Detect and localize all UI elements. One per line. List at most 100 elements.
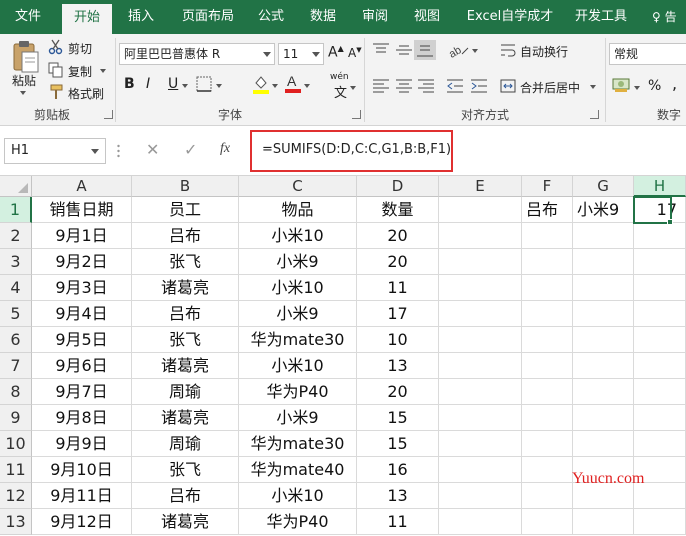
cell-e13[interactable] (439, 509, 522, 535)
cell-b9[interactable]: 诸葛亮 (132, 405, 239, 431)
cell-f5[interactable] (522, 301, 573, 327)
font-size-select[interactable]: 11 (278, 43, 324, 65)
cell-c1[interactable]: 物品 (239, 197, 357, 223)
cell-a9[interactable]: 9月8日 (32, 405, 132, 431)
cell-d9[interactable]: 15 (357, 405, 439, 431)
cell-c13[interactable]: 华为P40 (239, 509, 357, 535)
cell-c4[interactable]: 小米10 (239, 275, 357, 301)
row-header-9[interactable]: 9 (0, 405, 32, 431)
cell-e6[interactable] (439, 327, 522, 353)
cell-b3[interactable]: 张飞 (132, 249, 239, 275)
row-header-5[interactable]: 5 (0, 301, 32, 327)
cell-a5[interactable]: 9月4日 (32, 301, 132, 327)
cell-e5[interactable] (439, 301, 522, 327)
cell-a3[interactable]: 9月2日 (32, 249, 132, 275)
tab-insert[interactable]: 插入 (118, 0, 164, 34)
decrease-indent-icon[interactable] (446, 78, 464, 97)
phonetic-guide-button[interactable]: wén (330, 72, 349, 82)
tab-excel-self-study[interactable]: Excel自学成才 (462, 0, 558, 34)
cell-e4[interactable] (439, 275, 522, 301)
cell-d3[interactable]: 20 (357, 249, 439, 275)
tab-data[interactable]: 数据 (302, 0, 344, 34)
column-header-h[interactable]: H (634, 176, 686, 197)
cell-e11[interactable] (439, 457, 522, 483)
cancel-entry-button[interactable]: ✕ (146, 140, 159, 159)
cell-a13[interactable]: 9月12日 (32, 509, 132, 535)
column-header-a[interactable]: A (32, 176, 132, 197)
cell-d2[interactable]: 20 (357, 223, 439, 249)
cell-d11[interactable]: 16 (357, 457, 439, 483)
insert-function-button[interactable]: fx (220, 141, 230, 157)
cell-e7[interactable] (439, 353, 522, 379)
cell-h2[interactable] (634, 223, 686, 249)
cell-a4[interactable]: 9月3日 (32, 275, 132, 301)
column-header-f[interactable]: F (522, 176, 573, 197)
cell-e10[interactable] (439, 431, 522, 457)
cell-d12[interactable]: 13 (357, 483, 439, 509)
cell-b11[interactable]: 张飞 (132, 457, 239, 483)
row-header-2[interactable]: 2 (0, 223, 32, 249)
cell-f4[interactable] (522, 275, 573, 301)
merge-center-button[interactable]: 合并后居中 (520, 79, 580, 96)
cell-h4[interactable] (634, 275, 686, 301)
cell-a1[interactable]: 销售日期 (32, 197, 132, 223)
cell-h8[interactable] (634, 379, 686, 405)
cell-g5[interactable] (573, 301, 634, 327)
column-header-e[interactable]: E (439, 176, 522, 197)
grow-font-button[interactable]: A▲ (328, 44, 344, 61)
cell-b6[interactable]: 张飞 (132, 327, 239, 353)
cell-b8[interactable]: 周瑜 (132, 379, 239, 405)
cell-h10[interactable] (634, 431, 686, 457)
tab-page-layout[interactable]: 页面布局 (172, 0, 244, 34)
cell-h13[interactable] (634, 509, 686, 535)
paste-dropdown-icon[interactable] (20, 91, 26, 95)
cell-h5[interactable] (634, 301, 686, 327)
cell-g7[interactable] (573, 353, 634, 379)
comma-style-button[interactable]: , (672, 74, 677, 93)
cell-f3[interactable] (522, 249, 573, 275)
cell-d13[interactable]: 11 (357, 509, 439, 535)
cell-a11[interactable]: 9月10日 (32, 457, 132, 483)
row-header-7[interactable]: 7 (0, 353, 32, 379)
cell-d4[interactable]: 11 (357, 275, 439, 301)
cell-h6[interactable] (634, 327, 686, 353)
cell-e3[interactable] (439, 249, 522, 275)
cell-b1[interactable]: 员工 (132, 197, 239, 223)
cell-g9[interactable] (573, 405, 634, 431)
cell-d6[interactable]: 10 (357, 327, 439, 353)
cell-g1[interactable]: 小米9 (573, 197, 634, 223)
cell-h3[interactable] (634, 249, 686, 275)
row-header-8[interactable]: 8 (0, 379, 32, 405)
format-painter-button[interactable]: 格式刷 (68, 85, 104, 102)
paste-button[interactable]: 粘贴 (12, 72, 36, 89)
cell-c5[interactable]: 小米9 (239, 301, 357, 327)
cell-c3[interactable]: 小米9 (239, 249, 357, 275)
column-header-d[interactable]: D (357, 176, 439, 197)
column-header-g[interactable]: G (573, 176, 634, 197)
alignment-launcher-icon[interactable] (590, 110, 599, 119)
copy-dropdown-icon[interactable] (100, 69, 106, 73)
name-box[interactable]: H1 (4, 138, 106, 164)
cell-d7[interactable]: 13 (357, 353, 439, 379)
underline-dropdown-icon[interactable] (182, 84, 188, 88)
row-header-12[interactable]: 12 (0, 483, 32, 509)
cell-f9[interactable] (522, 405, 573, 431)
cell-c2[interactable]: 小米10 (239, 223, 357, 249)
cell-g8[interactable] (573, 379, 634, 405)
borders-dropdown-icon[interactable] (216, 84, 222, 88)
cell-e8[interactable] (439, 379, 522, 405)
cell-h7[interactable] (634, 353, 686, 379)
formula-bar-resize-handle[interactable] (117, 143, 120, 159)
wrap-text-button[interactable]: 自动换行 (520, 43, 568, 60)
row-header-1[interactable]: 1 (0, 197, 32, 223)
cell-d5[interactable]: 17 (357, 301, 439, 327)
shrink-font-button[interactable]: A▼ (348, 46, 362, 60)
cell-b5[interactable]: 吕布 (132, 301, 239, 327)
underline-button[interactable]: U (168, 76, 178, 92)
cell-c9[interactable]: 小米9 (239, 405, 357, 431)
orientation-dropdown-icon[interactable] (472, 49, 478, 53)
tab-view[interactable]: 视图 (406, 0, 448, 34)
cell-b7[interactable]: 诸葛亮 (132, 353, 239, 379)
cell-c10[interactable]: 华为mate30 (239, 431, 357, 457)
cell-b2[interactable]: 吕布 (132, 223, 239, 249)
